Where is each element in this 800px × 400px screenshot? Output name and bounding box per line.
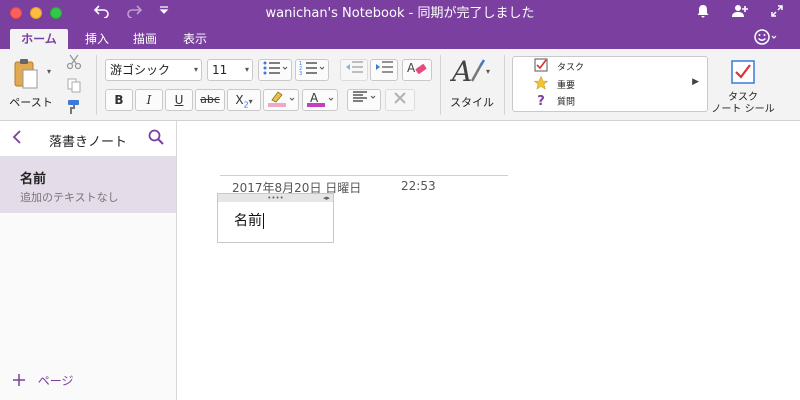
note-drag-handle[interactable]: •••• ◂▸ bbox=[218, 194, 333, 202]
increase-indent-button[interactable] bbox=[370, 59, 398, 81]
paste-icon[interactable] bbox=[12, 57, 40, 91]
page-item-subtitle: 追加のテキストなし bbox=[20, 191, 119, 204]
numbered-list-button[interactable]: 123 bbox=[295, 59, 329, 81]
paste-label[interactable]: ペースト bbox=[6, 94, 56, 110]
note-text[interactable]: 名前 bbox=[234, 210, 264, 230]
styles-label[interactable]: スタイル bbox=[446, 94, 498, 110]
paste-dropdown-icon[interactable]: ▾ bbox=[47, 67, 51, 76]
chevron-down-icon: ▾ bbox=[248, 97, 253, 106]
font-size-value: 11 bbox=[212, 63, 228, 77]
redo-icon[interactable] bbox=[124, 4, 144, 22]
paragraph-align-button[interactable] bbox=[347, 89, 381, 111]
tags-gallery[interactable]: タスク 重要 ? 質問 ▶ bbox=[512, 56, 708, 112]
fullscreen-icon[interactable] bbox=[768, 4, 786, 22]
tab-draw[interactable]: 描画 bbox=[126, 29, 164, 49]
add-page-label: ページ bbox=[37, 374, 74, 388]
tab-home[interactable]: ホーム bbox=[10, 29, 68, 49]
plus-icon bbox=[12, 371, 32, 392]
bullet-list-button[interactable] bbox=[258, 59, 292, 81]
title-bar: wanichan's Notebook - 同期が完了しました bbox=[0, 0, 800, 27]
tag-item-question[interactable]: ? 質問 bbox=[533, 94, 575, 110]
font-size-combo[interactable]: 11 ▾ bbox=[207, 59, 253, 81]
ribbon-separator bbox=[96, 55, 97, 115]
undo-icon[interactable] bbox=[92, 4, 112, 22]
clear-formatting-button[interactable]: A bbox=[402, 59, 432, 81]
add-user-icon[interactable] bbox=[730, 4, 750, 22]
decrease-indent-icon bbox=[346, 61, 363, 73]
font-color-icon: A bbox=[307, 91, 334, 107]
format-painter-icon[interactable] bbox=[66, 99, 82, 118]
notifications-icon[interactable] bbox=[694, 4, 712, 22]
feedback-smiley-icon[interactable] bbox=[754, 28, 778, 51]
underline-button[interactable]: U bbox=[165, 89, 193, 111]
tags-more-icon[interactable]: ▶ bbox=[692, 77, 699, 87]
task-note-tag-label-line1: タスク bbox=[728, 92, 758, 103]
section-header: 落書きノート bbox=[0, 121, 176, 157]
note-text-content: 名前 bbox=[234, 213, 262, 229]
task-note-tag-label-line2: ノート シール bbox=[711, 104, 775, 115]
styles-icon[interactable]: A bbox=[449, 55, 486, 92]
note-canvas[interactable]: 2017年8月20日 日曜日 22:53 •••• ◂▸ 名前 bbox=[177, 121, 800, 400]
tag-item-important[interactable]: 重要 bbox=[533, 75, 576, 95]
star-icon bbox=[533, 75, 549, 95]
ribbon-tab-bar: ホーム 挿入 描画 表示 bbox=[0, 27, 800, 49]
search-icon[interactable] bbox=[148, 129, 164, 148]
zoom-window-button[interactable] bbox=[50, 7, 62, 19]
text-caret bbox=[263, 213, 264, 229]
task-note-tag-label[interactable]: タスク ノート シール bbox=[708, 92, 778, 116]
font-color-button[interactable]: A bbox=[302, 89, 338, 111]
resize-arrows-icon[interactable]: ◂▸ bbox=[323, 194, 330, 202]
highlight-button[interactable] bbox=[263, 89, 299, 111]
font-name-combo[interactable]: 游ゴシック ▾ bbox=[105, 59, 202, 81]
numbered-list-icon: 123 bbox=[299, 61, 325, 77]
tab-view[interactable]: 表示 bbox=[176, 29, 214, 49]
increase-indent-icon bbox=[376, 61, 393, 73]
svg-text:A: A bbox=[310, 91, 319, 105]
ribbon-home: ▾ ペースト 游ゴシック ▾ 11 ▾ 123 A B I U abc X2▾ bbox=[0, 49, 800, 121]
add-page-button[interactable]: ページ bbox=[12, 371, 74, 392]
close-window-button[interactable] bbox=[10, 7, 22, 19]
subscript-glyph: X bbox=[235, 93, 244, 107]
italic-button[interactable]: I bbox=[135, 89, 163, 111]
tag-label: タスク bbox=[557, 63, 585, 73]
question-icon: ? bbox=[537, 94, 545, 109]
copy-icon[interactable] bbox=[66, 77, 82, 96]
tag-label: 重要 bbox=[557, 81, 576, 91]
ribbon-separator bbox=[440, 55, 441, 115]
page-list-sidebar: 落書きノート 名前 追加のテキストなし ページ bbox=[0, 121, 177, 400]
delete-button[interactable] bbox=[385, 89, 415, 111]
highlighter-icon bbox=[268, 91, 295, 107]
svg-text:A: A bbox=[407, 61, 416, 75]
subscript-button[interactable]: X2▾ bbox=[227, 89, 261, 111]
ribbon-separator bbox=[504, 55, 505, 115]
bullet-list-icon bbox=[263, 61, 288, 75]
chevron-down-icon: ▾ bbox=[193, 65, 198, 74]
task-note-tag-icon[interactable] bbox=[730, 59, 756, 88]
tag-item-task[interactable]: タスク bbox=[533, 58, 584, 74]
note-container[interactable]: •••• ◂▸ 名前 bbox=[217, 193, 334, 243]
checkbox-icon bbox=[533, 58, 549, 77]
bold-button[interactable]: B bbox=[105, 89, 133, 111]
cut-icon[interactable] bbox=[66, 54, 82, 73]
tag-label: 質問 bbox=[557, 97, 576, 108]
chevron-down-icon: ▾ bbox=[244, 65, 249, 74]
minimize-window-button[interactable] bbox=[30, 7, 42, 19]
page-time: 22:53 bbox=[401, 179, 436, 193]
align-left-icon bbox=[353, 91, 376, 102]
svg-text:A: A bbox=[450, 55, 472, 88]
eraser-icon: A bbox=[407, 61, 427, 75]
tab-insert[interactable]: 挿入 bbox=[78, 29, 116, 49]
svg-text:3: 3 bbox=[299, 71, 302, 76]
drag-dots-icon: •••• bbox=[267, 194, 284, 202]
strikethrough-button[interactable]: abc bbox=[195, 89, 225, 111]
delete-x-icon bbox=[394, 92, 406, 104]
page-list-item[interactable]: 名前 追加のテキストなし bbox=[0, 157, 176, 213]
decrease-indent-button[interactable] bbox=[340, 59, 368, 81]
window-title: wanichan's Notebook - 同期が完了しました bbox=[265, 6, 535, 21]
styles-dropdown-icon[interactable]: ▾ bbox=[486, 67, 490, 76]
page-item-title: 名前 bbox=[20, 172, 47, 187]
title-underline bbox=[220, 175, 508, 176]
font-name-value: 游ゴシック bbox=[110, 63, 171, 77]
quick-access-menu-icon[interactable] bbox=[156, 4, 172, 22]
